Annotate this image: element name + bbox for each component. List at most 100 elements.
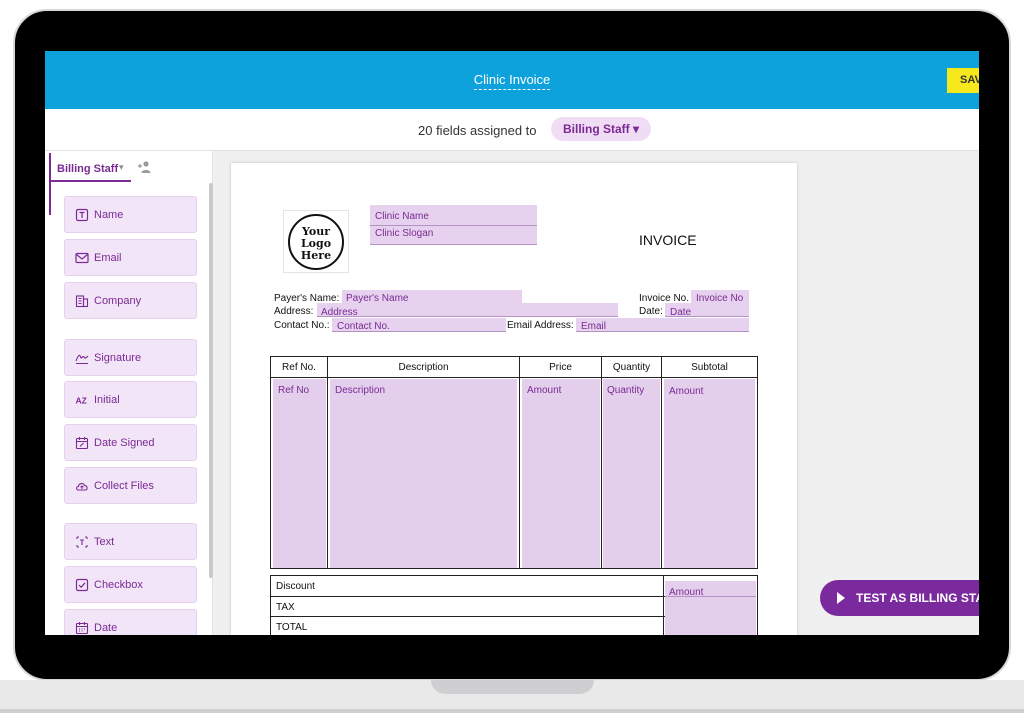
table-header-description: Description xyxy=(398,362,449,373)
calendar-icon xyxy=(75,622,89,635)
summary-border xyxy=(757,575,758,635)
initial-icon: AZ xyxy=(76,396,87,406)
svg-text:AZ: AZ xyxy=(76,396,87,406)
app-screen: Clinic Invoice SAV 20 fields assigned to… xyxy=(45,51,979,635)
price-placeholder: Amount xyxy=(527,385,562,396)
field-signature-button[interactable]: Signature xyxy=(64,339,197,376)
quantity-placeholder: Quantity xyxy=(607,385,645,396)
field-name-button[interactable]: Name xyxy=(64,196,197,233)
field-checkbox-button[interactable]: Checkbox xyxy=(64,566,197,603)
play-icon xyxy=(837,592,845,604)
building-icon xyxy=(75,295,89,308)
summary-border xyxy=(663,575,664,635)
calendar-pen-icon xyxy=(75,437,89,450)
field-label: Collect Files xyxy=(94,480,154,492)
test-as-role-button[interactable]: TEST AS BILLING STA xyxy=(820,580,979,616)
clinic-name-label: Clinic Name xyxy=(375,211,429,222)
top-bar: Clinic Invoice SAV xyxy=(45,51,979,109)
description-placeholder: Description xyxy=(335,385,386,396)
table-border xyxy=(270,356,758,357)
assignment-bar: 20 fields assigned to Billing Staff ▾ xyxy=(45,109,979,151)
signature-icon xyxy=(75,354,89,364)
table-border xyxy=(601,356,602,569)
subtotal-column-field[interactable] xyxy=(664,379,755,569)
invoice-heading: INVOICE xyxy=(639,232,697,248)
role-tab[interactable]: Billing Staff ▾ xyxy=(49,152,131,182)
logo-placeholder: Your Logo Here xyxy=(283,210,349,273)
summary-border xyxy=(270,575,758,576)
summary-total-label: TOTAL xyxy=(276,622,308,633)
field-date-signed-button[interactable]: Date Signed xyxy=(64,424,197,461)
summary-border xyxy=(270,616,665,617)
field-text-button[interactable]: Text xyxy=(64,523,197,560)
summary-border xyxy=(270,596,665,597)
field-label: Text xyxy=(94,536,115,548)
table-border xyxy=(270,568,758,569)
invoice-document: Your Logo Here Clinic Name Clinic Slogan… xyxy=(231,163,797,635)
sidebar-scrollbar[interactable] xyxy=(209,183,213,578)
email-address-label: Email Address: xyxy=(507,320,574,331)
table-header-ref-no: Ref No. xyxy=(282,362,316,373)
field-company-button[interactable]: Company xyxy=(64,282,197,319)
role-selector[interactable]: Billing Staff ▾ xyxy=(551,117,652,141)
logo-circle: Your Logo Here xyxy=(288,214,344,270)
table-border xyxy=(327,356,328,569)
chevron-down-icon[interactable]: ▾ xyxy=(119,162,124,173)
field-label: Email xyxy=(94,252,122,264)
address-field[interactable] xyxy=(317,303,618,317)
document-title-text[interactable]: Clinic Invoice xyxy=(473,72,551,90)
ref-no-column-field[interactable] xyxy=(273,379,326,569)
table-header-quantity: Quantity xyxy=(612,362,651,373)
email-placeholder: Email xyxy=(581,321,607,332)
field-date-button[interactable]: Date xyxy=(64,609,197,635)
text-cursor-icon xyxy=(76,536,88,548)
field-label: Signature xyxy=(94,352,142,364)
summary-tax-label: TAX xyxy=(276,602,295,613)
clinic-slogan-label: Clinic Slogan xyxy=(375,228,434,239)
cloud-upload-icon xyxy=(76,483,88,491)
table-border xyxy=(661,356,662,569)
table-header-price: Price xyxy=(549,362,572,373)
fields-assigned-text: 20 fields assigned to xyxy=(418,123,537,138)
save-button[interactable]: SAV xyxy=(947,68,979,93)
subtotal-placeholder: Amount xyxy=(669,386,704,397)
summary-discount-label: Discount xyxy=(276,581,315,592)
field-label: Company xyxy=(94,295,142,307)
description-column-field[interactable] xyxy=(330,379,517,569)
table-header-subtotal: Subtotal xyxy=(691,362,728,373)
logo-line: Here xyxy=(300,249,332,262)
role-tab-label: Billing Staff xyxy=(57,163,119,175)
table-border xyxy=(519,356,520,569)
field-collect-files-button[interactable]: Collect Files xyxy=(64,467,197,504)
field-email-button[interactable]: Email xyxy=(64,239,197,276)
laptop-notch xyxy=(431,680,594,694)
field-label: Date Signed xyxy=(94,437,155,449)
ref-no-placeholder: Ref No xyxy=(278,385,310,396)
address-label: Address: xyxy=(274,306,314,317)
price-column-field[interactable] xyxy=(522,379,600,569)
text-box-icon xyxy=(75,208,89,222)
field-label: Initial xyxy=(94,394,120,406)
address-placeholder: Address xyxy=(321,307,358,318)
contact-no-placeholder: Contact No. xyxy=(337,321,390,332)
quantity-column-field[interactable] xyxy=(603,379,660,569)
add-person-icon[interactable] xyxy=(137,160,153,174)
field-label: Checkbox xyxy=(94,579,143,591)
field-label: Date xyxy=(94,622,118,634)
summary-amount-placeholder: Amount xyxy=(669,587,704,598)
summary-border xyxy=(270,575,271,635)
envelope-icon xyxy=(75,252,89,264)
date-label: Date: xyxy=(639,306,663,317)
table-border xyxy=(270,356,271,569)
field-sidebar: Billing Staff ▾ Name Email Company Signa… xyxy=(45,151,213,635)
laptop-base-edge xyxy=(0,709,1024,713)
field-label: Name xyxy=(94,209,124,221)
date-placeholder: Date xyxy=(670,307,692,318)
document-title[interactable]: Clinic Invoice xyxy=(45,72,979,90)
table-border xyxy=(270,377,758,378)
test-button-label: TEST AS BILLING STA xyxy=(856,591,979,605)
contact-no-label: Contact No.: xyxy=(274,320,330,331)
checkbox-icon xyxy=(75,578,89,592)
field-initial-button[interactable]: AZ Initial xyxy=(64,381,197,418)
table-border xyxy=(757,356,758,569)
